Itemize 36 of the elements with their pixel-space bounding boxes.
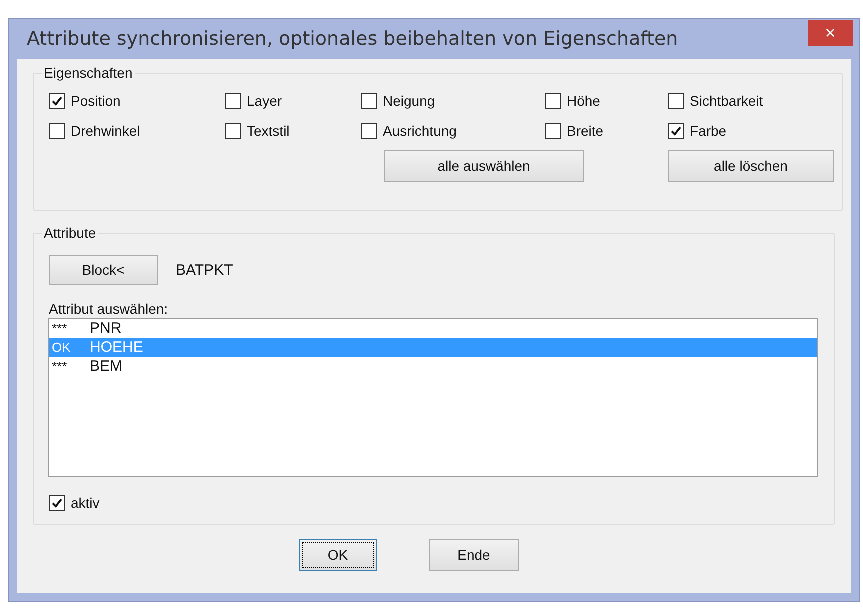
- checkbox[interactable]: [49, 93, 65, 109]
- list-label: Attribut auswählen:: [49, 301, 170, 317]
- checkbox[interactable]: [668, 123, 684, 139]
- list-item[interactable]: *** BEM: [49, 357, 817, 376]
- checkbox[interactable]: [225, 123, 241, 139]
- clear-all-button[interactable]: alle löschen: [668, 150, 834, 182]
- checkbox[interactable]: [49, 495, 65, 511]
- select-all-button[interactable]: alle auswählen: [384, 150, 584, 182]
- checkbox-label: Sichtbarkeit: [690, 93, 764, 109]
- block-button[interactable]: Block<: [49, 255, 158, 285]
- checkbox-label: aktiv: [71, 495, 100, 511]
- checkbox[interactable]: [361, 93, 377, 109]
- checkbox-label: Position: [71, 93, 121, 109]
- group-label: Eigenschaften: [43, 65, 134, 81]
- checkbox-label: Ausrichtung: [383, 123, 457, 139]
- checkbox[interactable]: [545, 123, 561, 139]
- checkbox-label: Layer: [247, 93, 282, 109]
- checkbox-label: Farbe: [690, 123, 727, 139]
- checkbox[interactable]: [668, 93, 684, 109]
- checkbox[interactable]: [49, 123, 65, 139]
- checkbox[interactable]: [225, 93, 241, 109]
- block-name: BATPKT: [176, 262, 234, 278]
- dialog-button[interactable]: Ende: [429, 539, 519, 571]
- dialog-button[interactable]: OK: [299, 539, 377, 571]
- group-label: Attribute: [43, 225, 98, 241]
- list-item[interactable]: *** PNR: [49, 319, 817, 338]
- checkbox[interactable]: [545, 93, 561, 109]
- checkbox[interactable]: [361, 123, 377, 139]
- checkbox-label: Textstil: [247, 123, 290, 139]
- checkbox-label: Neigung: [383, 93, 436, 109]
- checkbox-label: Drehwinkel: [71, 123, 140, 139]
- window-title: Attribute synchronisieren, optionales beibehalten von Eigenschaften: [27, 28, 678, 50]
- checkbox-label: Höhe: [567, 93, 600, 109]
- checkbox-label: Breite: [567, 123, 604, 139]
- attribute-list[interactable]: *** PNR OK HOEHE *** BEM: [48, 318, 818, 477]
- close-button[interactable]: ×: [808, 20, 853, 46]
